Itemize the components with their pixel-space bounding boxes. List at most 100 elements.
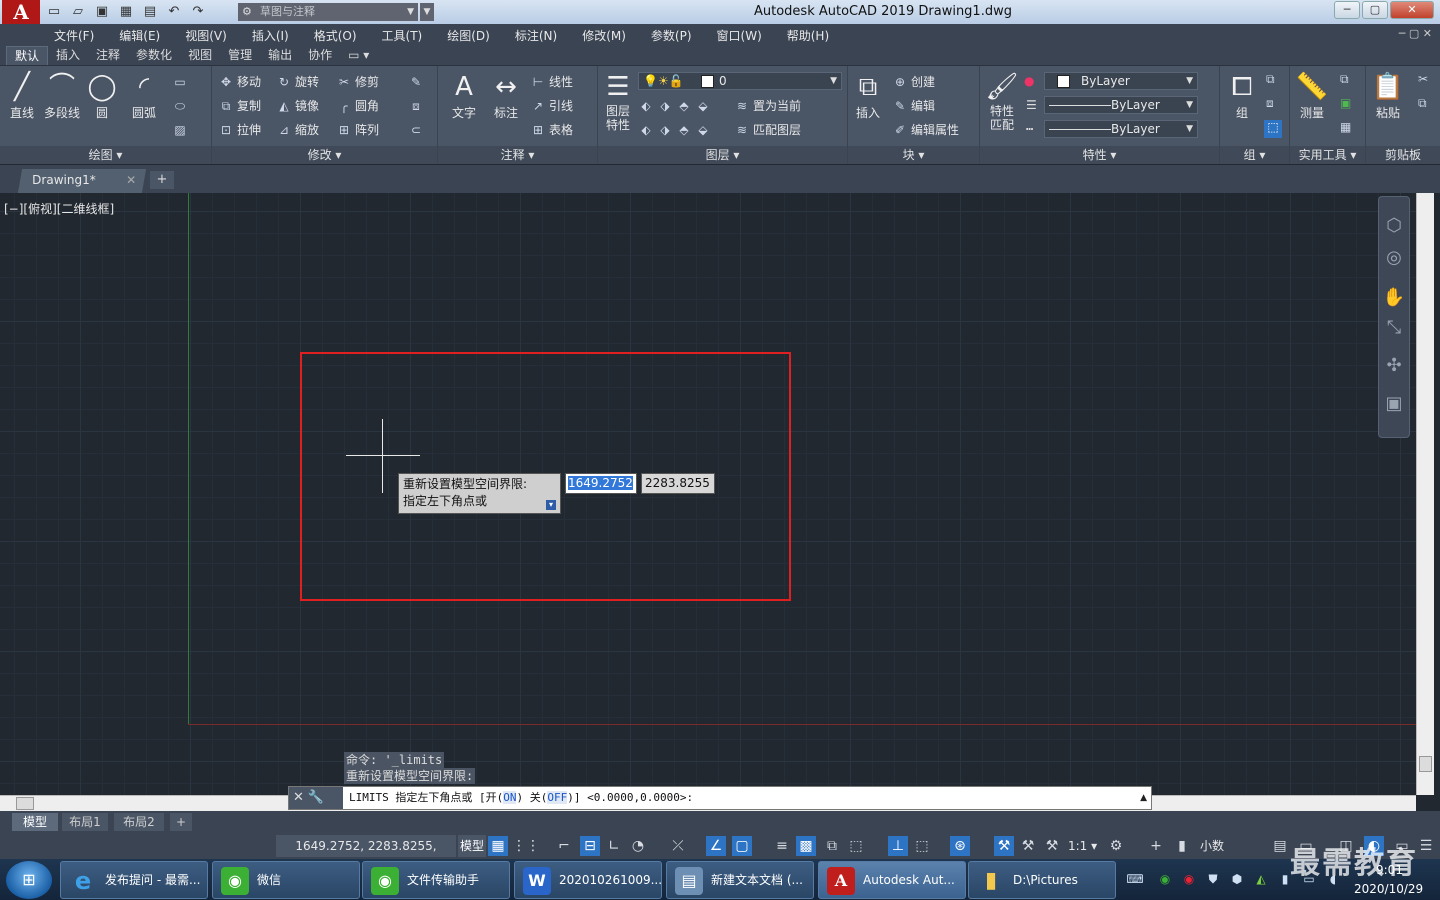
units-dropdown[interactable]: 小数	[1200, 836, 1224, 856]
menu-tools[interactable]: 工具(T)	[382, 27, 423, 44]
lineweight-dropdown[interactable]: ByLayer ▼	[1044, 96, 1198, 114]
groups-panel-title[interactable]: 组 ▾	[1220, 146, 1289, 164]
dynamic-ucs-icon[interactable]: ⊥	[888, 836, 908, 856]
tab-manage[interactable]: 管理	[220, 46, 260, 65]
x-coordinate-input[interactable]: 1649.2752	[565, 473, 637, 494]
menu-dimension[interactable]: 标注(N)	[515, 27, 557, 44]
layer-tools-row2[interactable]: ⬖ ⬗ ⬘ ⬙	[638, 120, 714, 140]
viewport-controls[interactable]: [−][俯视][二维线框]	[4, 200, 114, 217]
options-down-arrow-icon[interactable]: ▾	[546, 500, 556, 510]
ungroup-icon[interactable]: ⧉	[1266, 72, 1275, 87]
document-window-controls[interactable]: ─ ▢ ✕	[1399, 27, 1432, 40]
fillet-button[interactable]: ╭ 圆角	[336, 96, 379, 116]
plot-icon[interactable]: ▤	[140, 3, 160, 21]
line-button[interactable]: ╱ 直线	[2, 70, 42, 121]
tab-layout2[interactable]: 布局2	[114, 813, 164, 831]
file-tab-drawing1[interactable]: Drawing1* ✕	[17, 169, 147, 193]
match-layer-button[interactable]: ≋ 匹配图层	[734, 120, 801, 140]
dimension-button[interactable]: ↔ 标注	[486, 70, 526, 121]
group-edit-icon[interactable]: ⧈	[1266, 96, 1274, 111]
lineweight-toggle-icon[interactable]: ≡	[772, 836, 792, 856]
circle-button[interactable]: ◯ 圆	[82, 70, 122, 121]
group-button[interactable]: ⧠ 组	[1222, 70, 1262, 121]
menu-help[interactable]: 帮助(H)	[787, 27, 829, 44]
off-option[interactable]: OFF	[547, 791, 568, 804]
customize-qat-button[interactable]: ▼	[420, 3, 434, 21]
mirror-button[interactable]: ◭ 镜像	[276, 96, 319, 116]
taskbar-item-wechat[interactable]: ◉ 微信	[212, 861, 360, 899]
save-as-icon[interactable]: ▦	[116, 3, 136, 21]
tab-collaborate[interactable]: 协作	[300, 46, 340, 65]
color-dropdown[interactable]: ByLayer ▼	[1044, 72, 1198, 90]
gizmo-icon[interactable]: ⊛	[950, 836, 970, 856]
customization-icon[interactable]: ☰	[1416, 836, 1436, 856]
layers-panel-title[interactable]: 图层 ▾	[598, 146, 847, 164]
close-icon[interactable]: ✕	[293, 790, 308, 805]
taskbar-item-word[interactable]: W 202010261009...	[514, 861, 662, 899]
explode-button[interactable]: ⧈	[408, 96, 427, 116]
ribbon-options-button[interactable]: ▭ ▾	[340, 46, 377, 65]
boundary-button[interactable]: ▨	[172, 120, 191, 140]
taskbar-item-file-transfer[interactable]: ◉ 文件传输助手	[362, 861, 510, 899]
menu-modify[interactable]: 修改(M)	[582, 27, 626, 44]
start-button[interactable]: ⊞	[6, 861, 52, 899]
stretch-button[interactable]: ⊡ 拉伸	[218, 120, 261, 140]
taskbar-item-explorer[interactable]: ▮ D:\Pictures	[968, 861, 1116, 899]
wrench-icon[interactable]: 🔧	[308, 790, 328, 805]
menu-insert[interactable]: 插入(I)	[252, 27, 289, 44]
edit-block-button[interactable]: ✎ 编辑	[892, 96, 935, 116]
arc-button[interactable]: ◜ 圆弧	[124, 70, 164, 121]
command-prompt-text[interactable]: LIMITS 指定左下角点或 [开(ON) 关(OFF)] <0.0000,0.…	[349, 787, 693, 809]
array-button[interactable]: ⊞ 阵列	[336, 120, 379, 140]
match-properties-button[interactable]: 🖌 特性 匹配	[982, 70, 1022, 132]
block-panel-title[interactable]: 块 ▾	[848, 146, 979, 164]
paste-button[interactable]: 📋 粘贴	[1368, 70, 1408, 121]
infer-constraints-icon[interactable]: ⌐	[554, 836, 574, 856]
menu-file[interactable]: 文件(F)	[54, 27, 94, 44]
properties-panel-title[interactable]: 特性 ▾	[980, 146, 1219, 164]
close-button[interactable]: ✕	[1390, 1, 1434, 19]
new-file-icon[interactable]: ▭	[44, 3, 64, 21]
layer-dropdown[interactable]: 💡☀🔓 0 ▼	[638, 72, 842, 90]
layer-properties-button[interactable]: ☰ 图层 特性	[598, 70, 638, 132]
tab-parametric[interactable]: 参数化	[128, 46, 180, 65]
quick-select-icon[interactable]: ⧉	[1340, 72, 1349, 87]
menu-window[interactable]: 窗口(W)	[717, 27, 762, 44]
close-tab-icon[interactable]: ✕	[126, 169, 136, 191]
cut-icon[interactable]: ✂	[1418, 72, 1428, 86]
y-coordinate-input[interactable]: 2283.8255	[641, 473, 715, 494]
polyline-button[interactable]: ⌒ 多段线	[42, 70, 82, 121]
modify-panel-title[interactable]: 修改 ▾	[212, 146, 437, 164]
table-button[interactable]: ⊞ 表格	[530, 120, 573, 140]
move-button[interactable]: ✥ 移动	[218, 72, 261, 92]
wechat-tray-icon[interactable]: ◉	[1156, 872, 1174, 888]
leader-button[interactable]: ↗ 引线	[530, 96, 573, 116]
offset-button[interactable]: ⊂	[408, 120, 427, 140]
3d-osnap-icon[interactable]: ⬚	[846, 836, 866, 856]
viewcube-icon[interactable]: ⬡	[1379, 215, 1409, 236]
tab-insert[interactable]: 插入	[48, 46, 88, 65]
object-snap-icon[interactable]: ▢	[732, 836, 752, 856]
rotate-button[interactable]: ↻ 旋转	[276, 72, 319, 92]
weibo-icon[interactable]: ◉	[1180, 872, 1198, 888]
taskbar-item-ie[interactable]: e 发布提问 - 最需...	[60, 861, 208, 899]
auto-scale-icon[interactable]: ⚒	[1018, 836, 1038, 856]
hatch-button[interactable]: ⬭	[172, 96, 191, 116]
horizontal-scroll-thumb[interactable]	[16, 797, 34, 810]
security-icon[interactable]: ⛊	[1204, 872, 1222, 888]
tab-view[interactable]: 视图	[180, 46, 220, 65]
menu-draw[interactable]: 绘图(D)	[447, 27, 490, 44]
select-all-icon[interactable]: ▣	[1340, 96, 1351, 110]
clock-date[interactable]: 2020/10/29	[1354, 882, 1423, 896]
menu-view[interactable]: 视图(V)	[185, 27, 227, 44]
isometric-icon[interactable]: ⤫	[668, 836, 688, 856]
taskbar-item-notepad[interactable]: ▤ 新建文本文档 (...	[666, 861, 814, 899]
model-space-button[interactable]: 模型	[458, 835, 486, 857]
annotation-monitor-icon[interactable]: +	[1146, 836, 1166, 856]
tab-model[interactable]: 模型	[12, 813, 58, 831]
dynamic-input-icon[interactable]: ⊟	[580, 836, 600, 856]
save-icon[interactable]: ▣	[92, 3, 112, 21]
cube-icon[interactable]: ⬢	[1228, 872, 1246, 888]
drawing-area[interactable]: [−][俯视][二维线框] 重新设置模型空间界限: 指定左下角点或 ▾ 1649…	[0, 193, 1416, 795]
orbit-icon[interactable]: ✣	[1379, 355, 1409, 376]
